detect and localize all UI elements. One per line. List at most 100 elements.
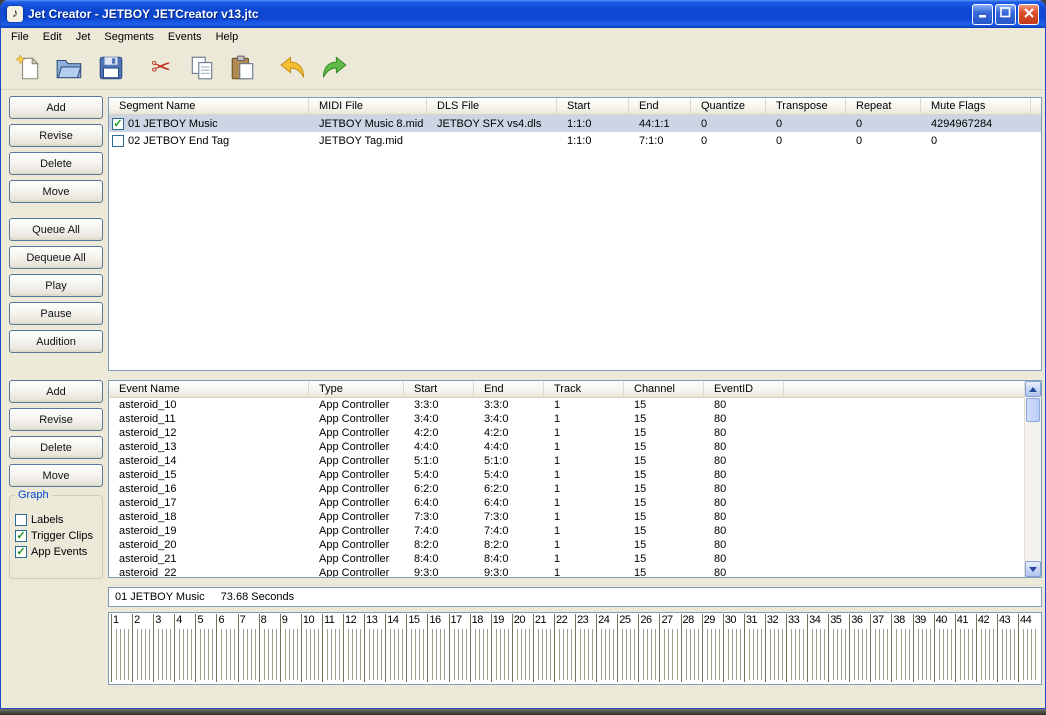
timeline-measure[interactable]: 38 xyxy=(891,614,912,682)
segment-checkbox[interactable] xyxy=(112,135,124,147)
menu-item-events[interactable]: Events xyxy=(161,29,209,46)
column-header-type[interactable]: Type xyxy=(309,381,404,397)
column-header-mute-flags[interactable]: Mute Flags xyxy=(921,98,1031,114)
event-row[interactable]: asteroid_13App Controller4:4:04:4:011580 xyxy=(109,440,1024,454)
copy-toolbutton[interactable] xyxy=(184,50,220,86)
playback-queue-all-button[interactable]: Queue All xyxy=(9,218,103,241)
paste-toolbutton[interactable] xyxy=(225,50,261,86)
new-toolbutton[interactable] xyxy=(11,50,47,86)
cut-toolbutton[interactable]: ✂ xyxy=(143,50,179,86)
scroll-down-button[interactable] xyxy=(1025,561,1041,577)
timeline-measure[interactable]: 32 xyxy=(765,614,786,682)
event-row[interactable]: asteroid_20App Controller8:2:08:2:011580 xyxy=(109,538,1024,552)
column-header-quantize[interactable]: Quantize xyxy=(691,98,766,114)
save-toolbutton[interactable] xyxy=(93,50,129,86)
column-header-repeat[interactable]: Repeat xyxy=(846,98,921,114)
event-row[interactable]: asteroid_18App Controller7:3:07:3:011580 xyxy=(109,510,1024,524)
timeline-measure[interactable]: 30 xyxy=(723,614,744,682)
timeline-measure[interactable]: 2 xyxy=(132,614,153,682)
minimize-button[interactable] xyxy=(972,4,993,25)
column-header-segment-name[interactable]: Segment Name xyxy=(109,98,309,114)
timeline-measure[interactable]: 40 xyxy=(934,614,955,682)
timeline-measure[interactable]: 7 xyxy=(238,614,259,682)
column-header-end[interactable]: End xyxy=(474,381,544,397)
segment-row[interactable]: 02 JETBOY End TagJETBOY Tag.mid1:1:07:1:… xyxy=(109,132,1041,149)
titlebar[interactable]: ♪ Jet Creator - JETBOY JETCreator v13.jt… xyxy=(1,0,1045,28)
event-delete-button[interactable]: Delete xyxy=(9,436,103,459)
playback-pause-button[interactable]: Pause xyxy=(9,302,103,325)
menu-item-help[interactable]: Help xyxy=(209,29,246,46)
column-header-end[interactable]: End xyxy=(629,98,691,114)
scroll-track[interactable] xyxy=(1025,423,1041,561)
timeline-measure[interactable]: 24 xyxy=(596,614,617,682)
event-row[interactable]: asteroid_10App Controller3:3:03:3:011580 xyxy=(109,398,1024,412)
segment-delete-button[interactable]: Delete xyxy=(9,152,103,175)
graph-option-app-events[interactable]: ✓App Events xyxy=(10,544,102,560)
event-row[interactable]: asteroid_17App Controller6:4:06:4:011580 xyxy=(109,496,1024,510)
timeline-measure[interactable]: 44 xyxy=(1018,614,1039,682)
segment-checkbox[interactable]: ✓ xyxy=(112,118,124,130)
timeline-measure[interactable]: 21 xyxy=(533,614,554,682)
segment-add-button[interactable]: Add xyxy=(9,96,103,119)
timeline-measure[interactable]: 42 xyxy=(976,614,997,682)
event-row[interactable]: asteroid_19App Controller7:4:07:4:011580 xyxy=(109,524,1024,538)
timeline-measure[interactable]: 1 xyxy=(111,614,132,682)
timeline-measure[interactable]: 9 xyxy=(280,614,301,682)
column-header-midi-file[interactable]: MIDI File xyxy=(309,98,427,114)
event-add-button[interactable]: Add xyxy=(9,380,103,403)
timeline-measure[interactable]: 10 xyxy=(301,614,322,682)
undo-toolbutton[interactable] xyxy=(275,50,311,86)
column-header-start[interactable]: Start xyxy=(404,381,474,397)
event-row[interactable]: asteroid_21App Controller8:4:08:4:011580 xyxy=(109,552,1024,566)
playback-play-button[interactable]: Play xyxy=(9,274,103,297)
segment-move-button[interactable]: Move xyxy=(9,180,103,203)
timeline-measure[interactable]: 33 xyxy=(786,614,807,682)
event-row[interactable]: asteroid_14App Controller5:1:05:1:011580 xyxy=(109,454,1024,468)
column-header-channel[interactable]: Channel xyxy=(624,381,704,397)
timeline-measure[interactable]: 5 xyxy=(195,614,216,682)
timeline-measure[interactable]: 36 xyxy=(849,614,870,682)
timeline-measure[interactable]: 43 xyxy=(997,614,1018,682)
checkbox-icon[interactable]: ✓ xyxy=(15,546,27,558)
column-header-start[interactable]: Start xyxy=(557,98,629,114)
timeline-measure[interactable]: 20 xyxy=(512,614,533,682)
segment-row[interactable]: ✓01 JETBOY MusicJETBOY Music 8.midJETBOY… xyxy=(109,115,1041,132)
scroll-up-button[interactable] xyxy=(1025,381,1041,397)
timeline-measure[interactable]: 29 xyxy=(702,614,723,682)
event-row[interactable]: asteroid_22App Controller9:3:09:3:011580 xyxy=(109,566,1024,577)
timeline-measure[interactable]: 13 xyxy=(364,614,385,682)
column-header-event-name[interactable]: Event Name xyxy=(109,381,309,397)
timeline-measure[interactable]: 23 xyxy=(575,614,596,682)
timeline-measure[interactable]: 14 xyxy=(385,614,406,682)
timeline-measure[interactable]: 41 xyxy=(955,614,976,682)
menu-item-file[interactable]: File xyxy=(4,29,36,46)
timeline-measure[interactable]: 34 xyxy=(807,614,828,682)
checkbox-icon[interactable]: ✓ xyxy=(15,530,27,542)
menu-item-segments[interactable]: Segments xyxy=(97,29,161,46)
timeline-measure[interactable]: 15 xyxy=(406,614,427,682)
menu-item-edit[interactable]: Edit xyxy=(36,29,69,46)
timeline-measure[interactable]: 16 xyxy=(427,614,448,682)
scroll-thumb[interactable] xyxy=(1026,398,1040,422)
timeline-measure[interactable]: 37 xyxy=(870,614,891,682)
column-header-track[interactable]: Track xyxy=(544,381,624,397)
column-header-dls-file[interactable]: DLS File xyxy=(427,98,557,114)
timeline-measure[interactable]: 19 xyxy=(491,614,512,682)
timeline-measure[interactable]: 27 xyxy=(659,614,680,682)
column-header-eventid[interactable]: EventID xyxy=(704,381,784,397)
timeline-measure[interactable]: 17 xyxy=(449,614,470,682)
playback-audition-button[interactable]: Audition xyxy=(9,330,103,353)
timeline-measure[interactable]: 28 xyxy=(681,614,702,682)
timeline-measure[interactable]: 12 xyxy=(343,614,364,682)
maximize-button[interactable] xyxy=(995,4,1016,25)
timeline[interactable]: 1234567891011121314151617181920212223242… xyxy=(108,612,1042,685)
open-toolbutton[interactable] xyxy=(52,50,88,86)
timeline-measure[interactable]: 11 xyxy=(322,614,343,682)
graph-option-labels[interactable]: Labels xyxy=(10,512,102,528)
event-row[interactable]: asteroid_16App Controller6:2:06:2:011580 xyxy=(109,482,1024,496)
menu-item-jet[interactable]: Jet xyxy=(69,29,98,46)
timeline-measure[interactable]: 8 xyxy=(259,614,280,682)
events-scrollbar[interactable] xyxy=(1024,381,1041,577)
checkbox-icon[interactable] xyxy=(15,514,27,526)
timeline-measure[interactable]: 26 xyxy=(638,614,659,682)
